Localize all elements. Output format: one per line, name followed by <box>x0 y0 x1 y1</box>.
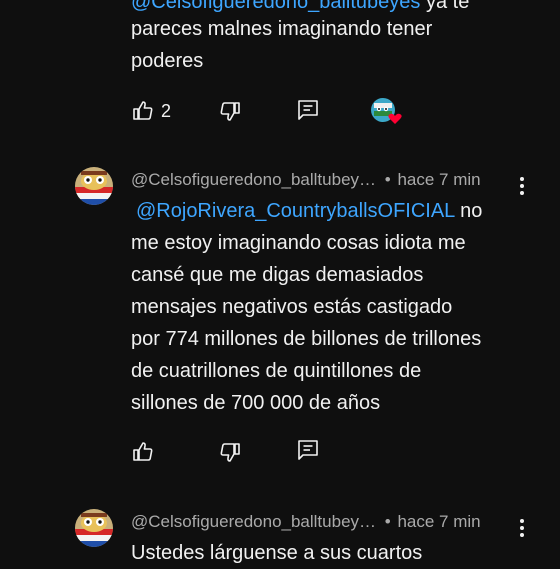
prev-reply-button[interactable] <box>296 98 320 124</box>
like-icon <box>133 101 153 120</box>
author-name[interactable]: @Celsofigueredono_balltubey… <box>131 512 376 531</box>
meta-separator: • <box>384 512 391 531</box>
comment-line: por 774 millones de billones de trillone… <box>131 328 482 350</box>
comment-line: me estoy imaginando cosas idiota me <box>131 232 466 254</box>
prev-mention-link[interactable]: @Celsofigueredono_balltubeyes <box>131 0 420 13</box>
creator-heart-badge <box>370 97 404 127</box>
avatar[interactable] <box>75 167 113 205</box>
reply-icon <box>298 100 318 120</box>
more-options-button[interactable] <box>514 516 530 540</box>
countryball-avatar-image <box>75 167 113 205</box>
like-icon <box>133 442 153 461</box>
comment-header: @Celsofigueredono_balltubey… • hace 7 mi… <box>131 512 481 532</box>
prev-comment-line3: poderes <box>131 50 204 72</box>
mention-link[interactable]: @RojoRivera_CountryballsOFICIAL <box>136 200 455 222</box>
comment-line-text: no <box>460 200 483 222</box>
dislike-icon <box>220 443 240 462</box>
comment-line: de cuatrillones de quintillones de <box>131 360 422 382</box>
avatar[interactable] <box>75 509 113 547</box>
comment-time[interactable]: hace 7 min <box>397 512 480 531</box>
comment-line: @RojoRivera_CountryballsOFICIAL no <box>131 195 531 227</box>
comment-time[interactable]: hace 7 min <box>397 170 480 189</box>
meta-separator: • <box>384 170 391 189</box>
reply-button[interactable] <box>296 438 320 464</box>
dislike-icon <box>220 102 240 121</box>
dislike-button[interactable] <box>218 440 242 464</box>
comment-line: cansé que me digas demasiados <box>131 264 424 286</box>
comment-header: @Celsofigueredono_balltubey… • hace 7 mi… <box>131 170 481 190</box>
countryball-avatar-image <box>75 509 113 547</box>
author-name[interactable]: @Celsofigueredono_balltubey… <box>131 170 376 189</box>
prev-comment-line2: pareces malnes imaginando tener <box>131 18 433 40</box>
comment-line: sillones de 700 000 de años <box>131 392 381 414</box>
creator-heart-icon <box>371 98 402 124</box>
prev-like-count: 2 <box>161 101 172 121</box>
reply-icon <box>298 440 318 460</box>
prev-like-button[interactable] <box>131 99 155 123</box>
like-button[interactable] <box>131 440 155 464</box>
comment-line: Ustedes lárguense a sus cuartos <box>131 542 423 564</box>
comment-body: @RojoRivera_CountryballsOFICIAL no me es… <box>131 195 531 419</box>
comment-line: mensajes negativos estás castigado <box>131 296 453 318</box>
prev-dislike-button[interactable] <box>218 99 242 123</box>
prev-comment-text-cut: ya te <box>425 0 470 13</box>
